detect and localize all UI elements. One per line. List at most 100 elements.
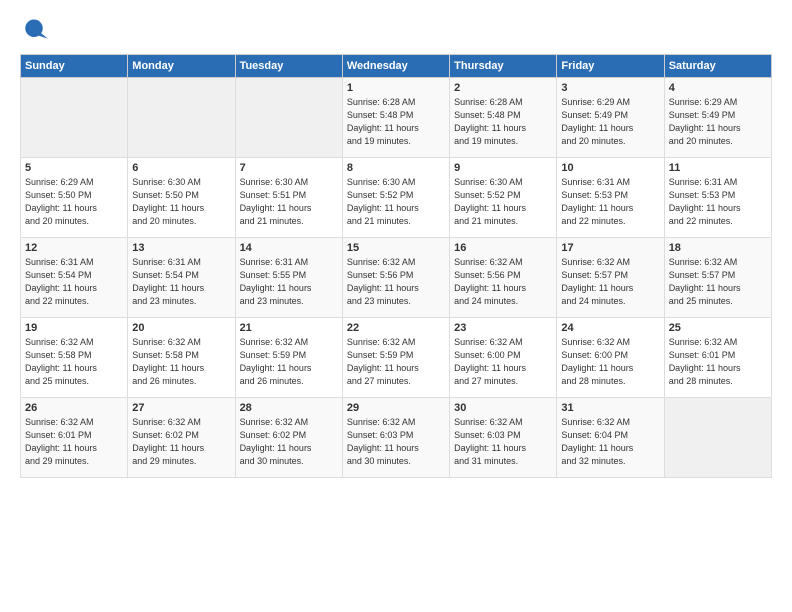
day-info: Sunrise: 6:32 AM Sunset: 5:59 PM Dayligh…	[240, 336, 338, 388]
day-info: Sunrise: 6:31 AM Sunset: 5:55 PM Dayligh…	[240, 256, 338, 308]
calendar-cell: 16 Sunrise: 6:32 AM Sunset: 5:56 PM Dayli…	[450, 238, 557, 318]
day-info: Sunrise: 6:30 AM Sunset: 5:50 PM Dayligh…	[132, 176, 230, 228]
day-number: 24	[561, 322, 659, 334]
day-info: Sunrise: 6:28 AM Sunset: 5:48 PM Dayligh…	[347, 96, 445, 148]
calendar-cell: 1 Sunrise: 6:28 AM Sunset: 5:48 PM Daylig…	[342, 78, 449, 158]
calendar-week-4: 19 Sunrise: 6:32 AM Sunset: 5:58 PM Dayli…	[21, 318, 772, 398]
day-info: Sunrise: 6:32 AM Sunset: 6:01 PM Dayligh…	[669, 336, 767, 388]
calendar-cell: 29 Sunrise: 6:32 AM Sunset: 6:03 PM Dayli…	[342, 398, 449, 478]
calendar-table: SundayMondayTuesdayWednesdayThursdayFrid…	[20, 54, 772, 478]
calendar-week-3: 12 Sunrise: 6:31 AM Sunset: 5:54 PM Dayli…	[21, 238, 772, 318]
calendar-cell: 18Sunrise: 6:32 AM Sunset: 5:57 PM Dayli…	[664, 238, 771, 318]
day-info: Sunrise: 6:32 AM Sunset: 5:56 PM Dayligh…	[454, 256, 552, 308]
calendar-cell: 20 Sunrise: 6:32 AM Sunset: 5:58 PM Dayli…	[128, 318, 235, 398]
header	[20, 16, 772, 44]
day-info: Sunrise: 6:32 AM Sunset: 6:03 PM Dayligh…	[347, 416, 445, 468]
day-info: Sunrise: 6:32 AM Sunset: 6:02 PM Dayligh…	[132, 416, 230, 468]
day-info: Sunrise: 6:32 AM Sunset: 6:04 PM Dayligh…	[561, 416, 659, 468]
day-info: Sunrise: 6:31 AM Sunset: 5:53 PM Dayligh…	[561, 176, 659, 228]
calendar-cell: 26 Sunrise: 6:32 AM Sunset: 6:01 PM Dayli…	[21, 398, 128, 478]
calendar-cell: 27 Sunrise: 6:32 AM Sunset: 6:02 PM Dayli…	[128, 398, 235, 478]
calendar-header-sunday: Sunday	[21, 55, 128, 78]
day-number: 19	[25, 322, 123, 334]
day-number: 4	[669, 82, 767, 94]
calendar-week-1: 1 Sunrise: 6:28 AM Sunset: 5:48 PM Daylig…	[21, 78, 772, 158]
calendar-cell: 23 Sunrise: 6:32 AM Sunset: 6:00 PM Dayli…	[450, 318, 557, 398]
day-info: Sunrise: 6:32 AM Sunset: 5:57 PM Dayligh…	[561, 256, 659, 308]
calendar-cell: 25Sunrise: 6:32 AM Sunset: 6:01 PM Dayli…	[664, 318, 771, 398]
day-number: 14	[240, 242, 338, 254]
day-number: 30	[454, 402, 552, 414]
day-info: Sunrise: 6:32 AM Sunset: 6:02 PM Dayligh…	[240, 416, 338, 468]
calendar-cell: 24 Sunrise: 6:32 AM Sunset: 6:00 PM Dayli…	[557, 318, 664, 398]
day-number: 21	[240, 322, 338, 334]
day-number: 9	[454, 162, 552, 174]
calendar-cell: 8Sunrise: 6:30 AM Sunset: 5:52 PM Daylig…	[342, 158, 449, 238]
day-info: Sunrise: 6:32 AM Sunset: 6:03 PM Dayligh…	[454, 416, 552, 468]
day-number: 17	[561, 242, 659, 254]
calendar-cell	[664, 398, 771, 478]
day-info: Sunrise: 6:30 AM Sunset: 5:51 PM Dayligh…	[240, 176, 338, 228]
calendar-cell: 13 Sunrise: 6:31 AM Sunset: 5:54 PM Dayli…	[128, 238, 235, 318]
day-info: Sunrise: 6:29 AM Sunset: 5:49 PM Dayligh…	[561, 96, 659, 148]
day-number: 5	[25, 162, 123, 174]
day-number: 22	[347, 322, 445, 334]
calendar-cell	[128, 78, 235, 158]
day-info: Sunrise: 6:32 AM Sunset: 6:01 PM Dayligh…	[25, 416, 123, 468]
calendar-week-2: 5 Sunrise: 6:29 AM Sunset: 5:50 PM Daylig…	[21, 158, 772, 238]
day-number: 7	[240, 162, 338, 174]
calendar-cell: 6 Sunrise: 6:30 AM Sunset: 5:50 PM Daylig…	[128, 158, 235, 238]
day-number: 27	[132, 402, 230, 414]
day-number: 31	[561, 402, 659, 414]
day-info: Sunrise: 6:30 AM Sunset: 5:52 PM Dayligh…	[347, 176, 445, 228]
day-number: 23	[454, 322, 552, 334]
day-info: Sunrise: 6:32 AM Sunset: 5:58 PM Dayligh…	[132, 336, 230, 388]
calendar-header-saturday: Saturday	[664, 55, 771, 78]
calendar-header-tuesday: Tuesday	[235, 55, 342, 78]
day-number: 6	[132, 162, 230, 174]
calendar-week-5: 26 Sunrise: 6:32 AM Sunset: 6:01 PM Dayli…	[21, 398, 772, 478]
logo	[20, 16, 52, 44]
day-number: 28	[240, 402, 338, 414]
day-info: Sunrise: 6:32 AM Sunset: 6:00 PM Dayligh…	[561, 336, 659, 388]
day-number: 15	[347, 242, 445, 254]
calendar-cell: 28 Sunrise: 6:32 AM Sunset: 6:02 PM Dayli…	[235, 398, 342, 478]
calendar-cell: 31 Sunrise: 6:32 AM Sunset: 6:04 PM Dayli…	[557, 398, 664, 478]
day-number: 10	[561, 162, 659, 174]
day-info: Sunrise: 6:31 AM Sunset: 5:54 PM Dayligh…	[25, 256, 123, 308]
calendar-cell: 2Sunrise: 6:28 AM Sunset: 5:48 PM Daylig…	[450, 78, 557, 158]
calendar-cell	[21, 78, 128, 158]
day-info: Sunrise: 6:32 AM Sunset: 5:57 PM Dayligh…	[669, 256, 767, 308]
calendar-cell: 4 Sunrise: 6:29 AM Sunset: 5:49 PM Daylig…	[664, 78, 771, 158]
calendar-cell: 15 Sunrise: 6:32 AM Sunset: 5:56 PM Dayli…	[342, 238, 449, 318]
day-number: 20	[132, 322, 230, 334]
day-number: 26	[25, 402, 123, 414]
day-number: 1	[347, 82, 445, 94]
day-number: 29	[347, 402, 445, 414]
day-number: 16	[454, 242, 552, 254]
day-info: Sunrise: 6:29 AM Sunset: 5:49 PM Dayligh…	[669, 96, 767, 148]
calendar-cell: 5 Sunrise: 6:29 AM Sunset: 5:50 PM Daylig…	[21, 158, 128, 238]
day-info: Sunrise: 6:32 AM Sunset: 5:56 PM Dayligh…	[347, 256, 445, 308]
calendar-cell	[235, 78, 342, 158]
day-info: Sunrise: 6:32 AM Sunset: 5:59 PM Dayligh…	[347, 336, 445, 388]
day-info: Sunrise: 6:30 AM Sunset: 5:52 PM Dayligh…	[454, 176, 552, 228]
day-number: 12	[25, 242, 123, 254]
logo-icon	[20, 16, 48, 44]
day-number: 3	[561, 82, 659, 94]
calendar-cell: 10 Sunrise: 6:31 AM Sunset: 5:53 PM Dayli…	[557, 158, 664, 238]
calendar-cell: 22 Sunrise: 6:32 AM Sunset: 5:59 PM Dayli…	[342, 318, 449, 398]
day-info: Sunrise: 6:29 AM Sunset: 5:50 PM Dayligh…	[25, 176, 123, 228]
calendar-cell: 3 Sunrise: 6:29 AM Sunset: 5:49 PM Daylig…	[557, 78, 664, 158]
calendar-header-thursday: Thursday	[450, 55, 557, 78]
calendar-header-row: SundayMondayTuesdayWednesdayThursdayFrid…	[21, 55, 772, 78]
calendar-cell: 30 Sunrise: 6:32 AM Sunset: 6:03 PM Dayli…	[450, 398, 557, 478]
day-info: Sunrise: 6:28 AM Sunset: 5:48 PM Dayligh…	[454, 96, 552, 148]
calendar-cell: 9 Sunrise: 6:30 AM Sunset: 5:52 PM Daylig…	[450, 158, 557, 238]
day-number: 11	[669, 162, 767, 174]
calendar-cell: 21 Sunrise: 6:32 AM Sunset: 5:59 PM Dayli…	[235, 318, 342, 398]
calendar-cell: 19Sunrise: 6:32 AM Sunset: 5:58 PM Dayli…	[21, 318, 128, 398]
day-info: Sunrise: 6:31 AM Sunset: 5:54 PM Dayligh…	[132, 256, 230, 308]
day-info: Sunrise: 6:32 AM Sunset: 6:00 PM Dayligh…	[454, 336, 552, 388]
day-number: 13	[132, 242, 230, 254]
